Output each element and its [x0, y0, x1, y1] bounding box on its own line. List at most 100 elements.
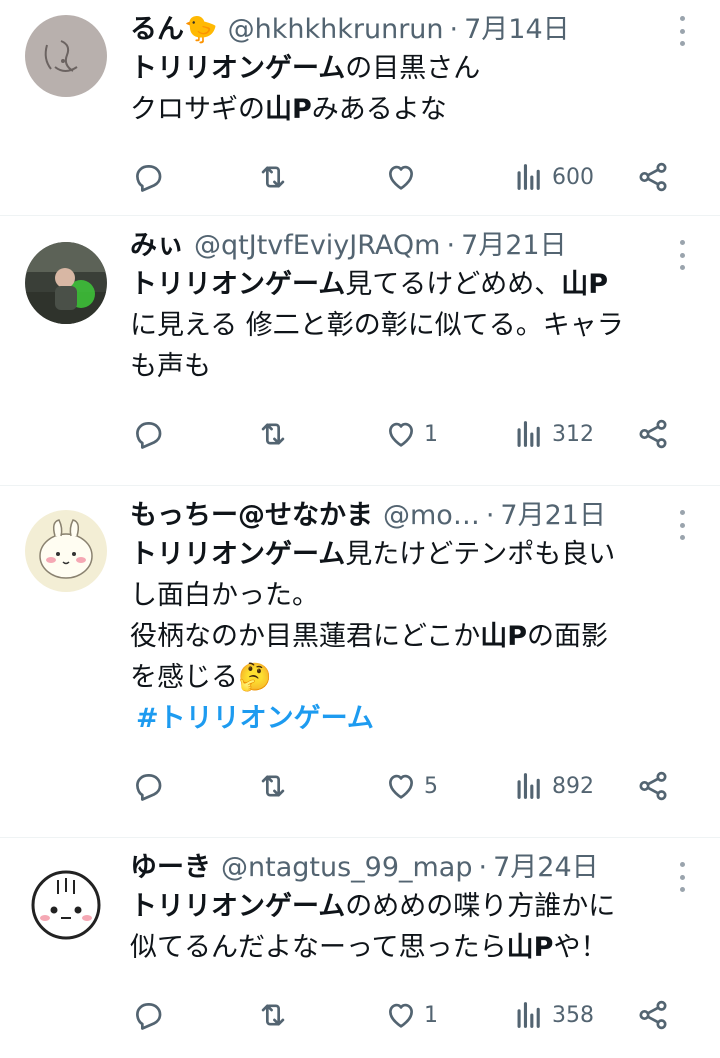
like-button[interactable]: 5 — [384, 769, 438, 803]
tweet-text-line: 似てるんだよなーって思ったら山Pや！ — [130, 927, 700, 968]
more-icon[interactable] — [672, 862, 692, 892]
view-count: 358 — [552, 1002, 594, 1028]
tweet-text-bold: トリリオンゲーム — [130, 539, 346, 570]
share-icon — [636, 769, 670, 803]
like-button[interactable]: 1 — [384, 417, 438, 451]
heart-icon — [384, 160, 418, 194]
action-bar: 1 312 — [0, 387, 700, 477]
tweet-text-segment: の目黒さん — [345, 53, 481, 84]
retweet-button[interactable] — [256, 998, 290, 1032]
like-count: 5 — [424, 773, 438, 799]
more-icon[interactable] — [672, 510, 692, 540]
separator-dot: · — [446, 230, 456, 261]
heart-icon — [384, 769, 418, 803]
tweet[interactable]: ゆーき @ntagtus_99_map · 7月24日 トリリオンゲームのめめの… — [0, 838, 720, 1054]
tweet-text: トリリオンゲームの目黒さん クロサギの山Pみあるよな — [130, 48, 700, 130]
views-button[interactable]: 358 — [512, 998, 594, 1032]
reply-button[interactable] — [131, 160, 165, 194]
share-button[interactable] — [636, 769, 670, 803]
user-handle[interactable]: @mo… — [383, 498, 480, 534]
action-bar: 1 358 — [0, 968, 700, 1058]
tweet-header: みぃ @qtJtvfEviyJRAQm · 7月21日 — [130, 228, 700, 264]
views-button[interactable]: 312 — [512, 417, 594, 451]
view-count: 600 — [552, 164, 594, 190]
view-count: 312 — [552, 421, 594, 447]
views-icon — [512, 417, 546, 451]
reply-icon — [131, 769, 165, 803]
like-count: 1 — [424, 1002, 438, 1028]
heart-icon — [384, 417, 418, 451]
retweet-button[interactable] — [256, 160, 290, 194]
reply-icon — [131, 998, 165, 1032]
tweet-text-segment: や！ — [553, 932, 608, 963]
heart-icon — [384, 998, 418, 1032]
tweet-header: るん🐤 @hkhkhkrunrun · 7月14日 — [130, 12, 700, 48]
tweet[interactable]: もっちー@せなかま @mo… · 7月21日 トリリオンゲーム見たけどテンポも良… — [0, 486, 720, 838]
tweet-text-segment: も声も — [130, 351, 211, 382]
separator-dot: · — [449, 14, 459, 45]
like-button[interactable]: 1 — [384, 998, 438, 1032]
retweet-button[interactable] — [256, 417, 290, 451]
tweet-date[interactable]: 7月14日 — [464, 12, 570, 48]
display-name[interactable]: みぃ — [130, 228, 184, 264]
reply-button[interactable] — [131, 769, 165, 803]
tweet-text-line: トリリオンゲームの目黒さん — [130, 48, 700, 89]
tweet-text-segment: の面影 — [527, 621, 608, 652]
like-count: 1 — [424, 421, 438, 447]
tweet-date[interactable]: 7月21日 — [461, 228, 567, 264]
tweet-text-segment: 見てるけどめめ、 — [345, 269, 562, 300]
tweet-text-line: し面白かった。 — [130, 575, 700, 616]
share-icon — [636, 160, 670, 194]
tweet-text-bold: 山P — [561, 269, 608, 300]
user-handle[interactable]: @qtJtvfEviyJRAQm — [194, 228, 440, 264]
tweet[interactable]: るん🐤 @hkhkhkrunrun · 7月14日 トリリオンゲームの目黒さんク… — [0, 0, 720, 216]
display-name[interactable]: ゆーき — [130, 850, 211, 886]
tweet-text-line: 役柄なのか目黒蓮君にどこか山Pの面影 — [130, 616, 700, 657]
reply-icon — [131, 160, 165, 194]
action-bar: 5 892 — [0, 739, 700, 829]
user-handle[interactable]: @hkhkhkrunrun — [228, 12, 444, 48]
tweet-text-segment: 役柄なのか目黒蓮君にどこか — [130, 621, 481, 652]
more-icon[interactable] — [672, 16, 692, 46]
reply-button[interactable] — [131, 998, 165, 1032]
tweet-text-line: #トリリオンゲーム — [130, 698, 700, 739]
tweet-date[interactable]: 7月24日 — [493, 850, 599, 886]
avatar[interactable] — [25, 864, 107, 946]
more-icon[interactable] — [672, 240, 692, 270]
share-button[interactable] — [636, 417, 670, 451]
user-handle[interactable]: @ntagtus_99_map — [221, 850, 473, 886]
display-name[interactable]: るん🐤 — [130, 12, 218, 48]
display-name[interactable]: もっちー@せなかま — [130, 498, 373, 534]
reply-button[interactable] — [131, 417, 165, 451]
retweet-icon — [256, 769, 290, 803]
tweet-text-line: トリリオンゲーム見てるけどめめ、山P — [130, 264, 700, 305]
tweet-text-bold: 山P — [265, 94, 312, 125]
avatar[interactable] — [25, 15, 107, 97]
tweet-text-bold: 山P — [506, 932, 554, 963]
action-bar: 600 — [0, 130, 700, 220]
tweet[interactable]: みぃ @qtJtvfEviyJRAQm · 7月21日 トリリオンゲーム見てるけ… — [0, 216, 720, 486]
share-button[interactable] — [636, 160, 670, 194]
tweet-text-segment: に見える 修二と彰の彰に似てる。キャラ — [130, 310, 624, 341]
retweet-icon — [256, 417, 290, 451]
hashtag-link[interactable]: #トリリオンゲーム — [136, 703, 374, 734]
views-button[interactable]: 600 — [512, 160, 594, 194]
views-icon — [512, 998, 546, 1032]
tweet-text-segment: みあるよな — [311, 94, 447, 125]
tweet-header: もっちー@せなかま @mo… · 7月21日 — [130, 498, 700, 534]
like-button[interactable] — [384, 160, 418, 194]
avatar[interactable] — [25, 510, 107, 592]
tweet-text-line: トリリオンゲーム見たけどテンポも良い — [130, 534, 700, 575]
retweet-icon — [256, 998, 290, 1032]
avatar[interactable] — [25, 242, 107, 324]
share-button[interactable] — [636, 998, 670, 1032]
reply-icon — [131, 417, 165, 451]
tweet-text-line: も声も — [130, 346, 700, 387]
tweet-date[interactable]: 7月21日 — [500, 498, 606, 534]
share-icon — [636, 417, 670, 451]
tweet-text-segment: を感じる🤔 — [130, 662, 272, 693]
retweet-icon — [256, 160, 290, 194]
retweet-button[interactable] — [256, 769, 290, 803]
views-icon — [512, 160, 546, 194]
views-button[interactable]: 892 — [512, 769, 594, 803]
